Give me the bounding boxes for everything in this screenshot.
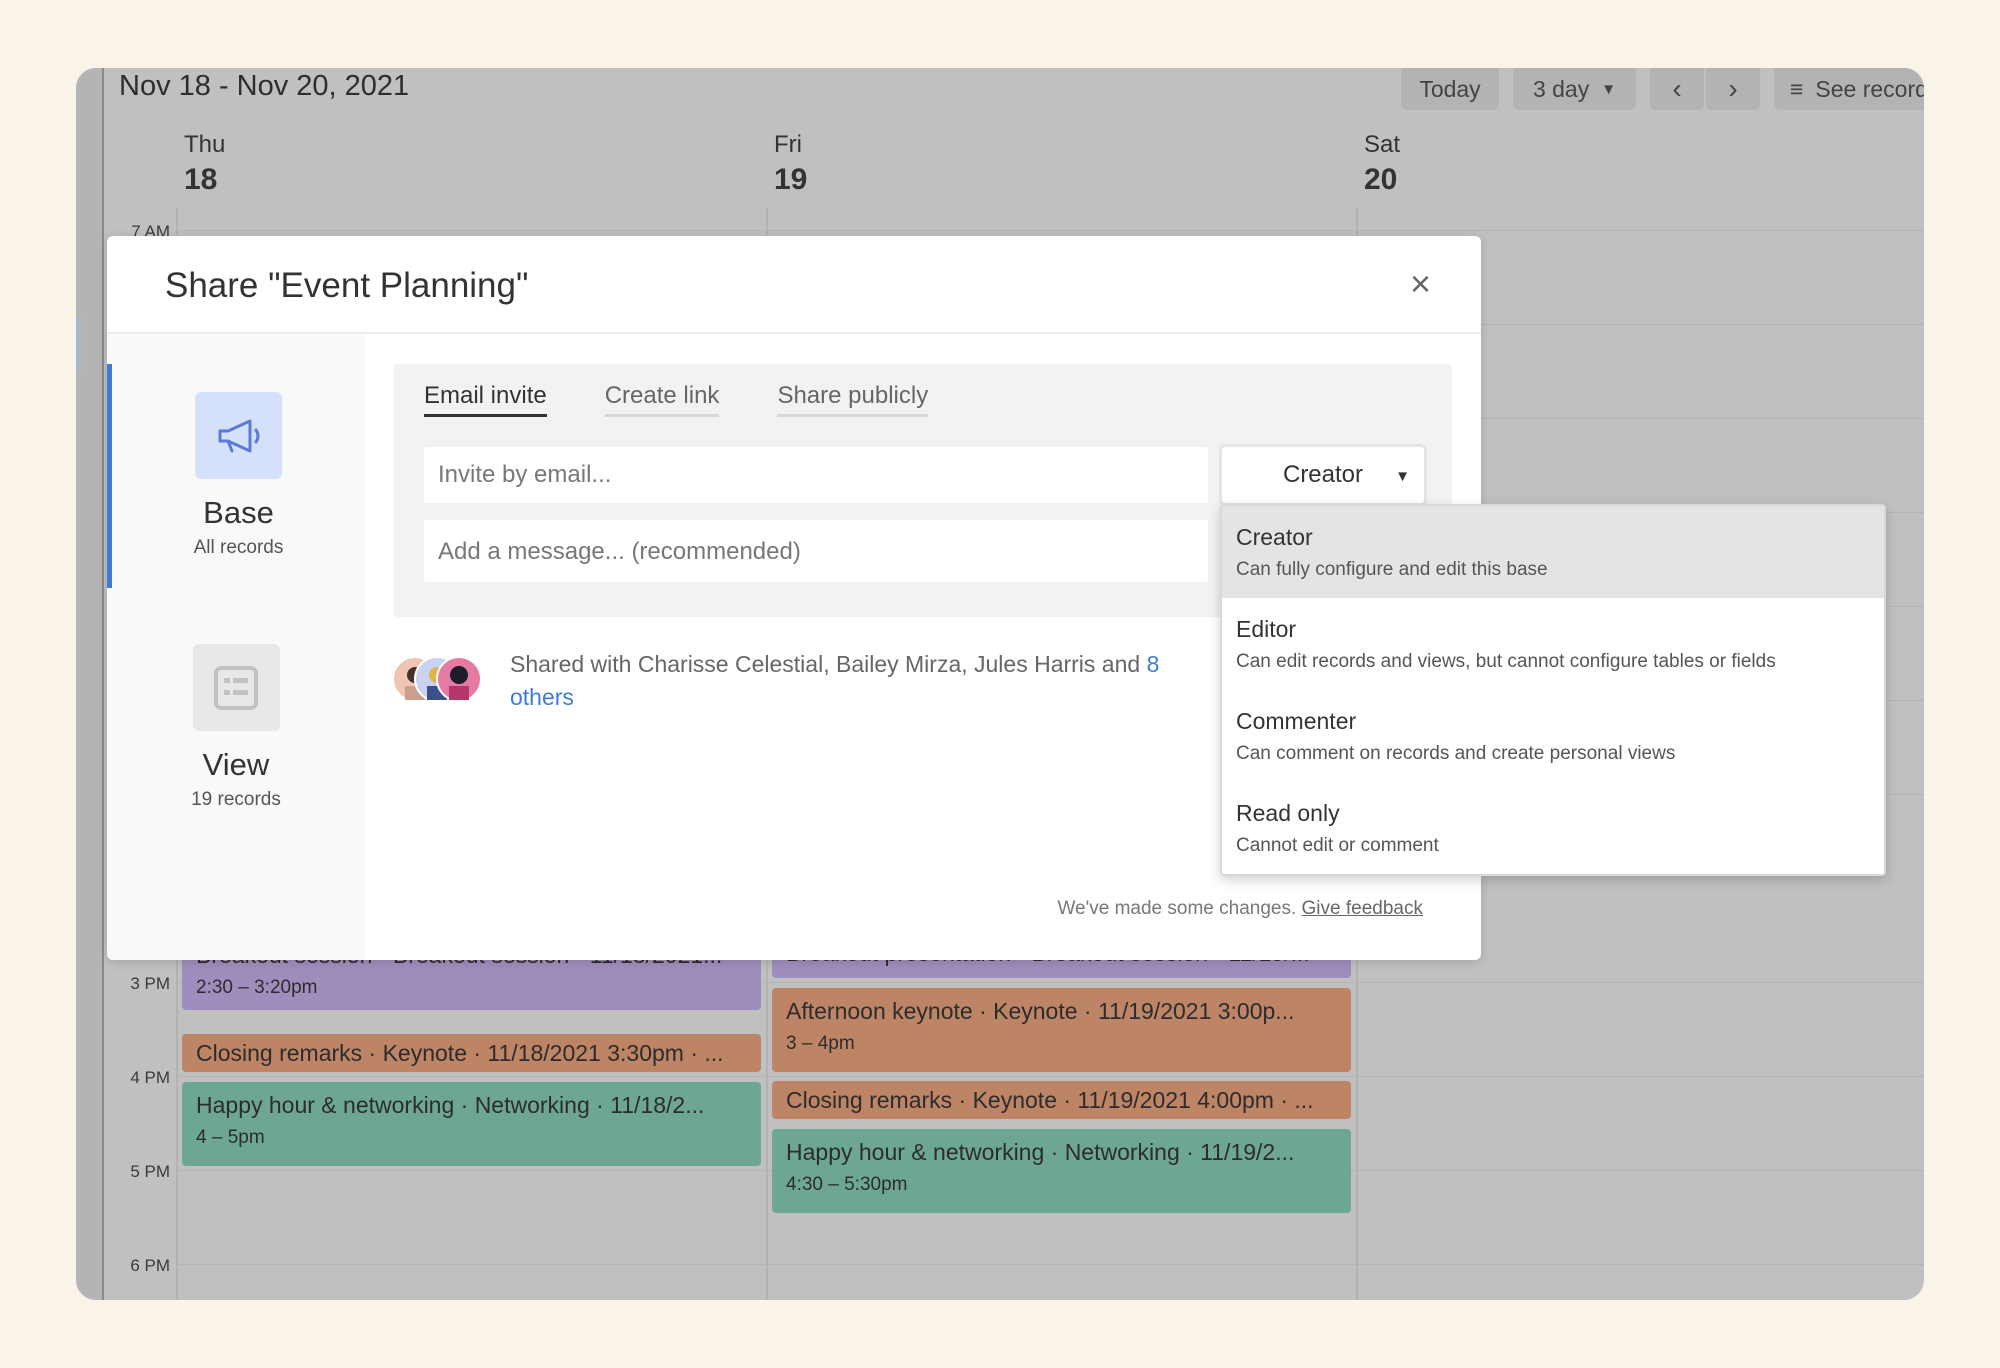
feedback-note: We've made some changes. Give feedback (1057, 898, 1423, 920)
day-header-sat: Sat 20 (1364, 131, 1400, 197)
role-select[interactable]: Creator ▼ (1219, 444, 1427, 506)
list-view-icon (192, 644, 280, 731)
calendar-event[interactable]: Closing remarks · Keynote · 11/18/2021 3… (182, 1034, 761, 1072)
role-option-creator[interactable]: Creator Can fully configure and edit thi… (1222, 506, 1884, 598)
day-header-thu: Thu 18 (184, 131, 225, 197)
hour-label: 3 PM (130, 974, 170, 993)
scope-view[interactable]: View 19 records (107, 644, 365, 811)
day-number: 18 (184, 163, 218, 196)
give-feedback-link[interactable]: Give feedback (1302, 898, 1423, 919)
day-number: 20 (1364, 163, 1398, 196)
hour-gridline (176, 230, 1924, 231)
caret-down-icon: ▼ (1395, 468, 1410, 485)
role-select-value: Creator (1282, 461, 1364, 488)
hour-label: 4 PM (130, 1068, 170, 1087)
scope-label: View (202, 747, 270, 782)
role-option-label: Creator (1236, 524, 1313, 550)
scope-sublabel: All records (193, 537, 284, 558)
role-option-editor[interactable]: Editor Can edit records and views, but c… (1222, 598, 1884, 690)
dialog-title: Share "Event Planning" (165, 266, 529, 305)
hour-gridline (176, 1264, 1924, 1265)
tab-share-publicly[interactable]: Share publicly (777, 382, 929, 417)
share-tabs: Email invite Create link Share publicly (424, 382, 929, 417)
collaborator-avatars (392, 656, 484, 704)
next-button[interactable]: › (1706, 68, 1760, 110)
share-scope-sidebar: Base All records View 19 records (107, 334, 365, 960)
role-option-label: Editor (1236, 616, 1297, 642)
role-option-description: Can edit records and views, but cannot c… (1236, 651, 1776, 672)
role-option-read-only[interactable]: Read only Cannot edit or comment (1222, 782, 1884, 874)
day-header-fri: Fri 19 (774, 131, 807, 197)
feedback-text: We've made some changes. (1057, 898, 1302, 919)
role-option-description: Cannot edit or comment (1236, 835, 1439, 856)
left-sidebar-collapsed[interactable] (76, 68, 104, 1300)
event-time: 4 – 5pm (196, 1127, 265, 1148)
event-title: Closing remarks · Keynote · 11/18/2021 3… (196, 1040, 724, 1066)
scope-sublabel: 19 records (191, 789, 281, 810)
see-records-button[interactable]: ≡ See records (1774, 68, 1924, 110)
role-option-label: Commenter (1236, 708, 1357, 734)
chevron-left-icon: ‹ (1672, 73, 1682, 104)
shared-with-names: Shared with Charisse Celestial, Bailey M… (510, 651, 1147, 677)
event-title: Happy hour & networking · Networking · 1… (196, 1092, 705, 1118)
megaphone-icon (195, 392, 282, 479)
hour-label: 5 PM (130, 1162, 170, 1181)
hour-gridline (176, 1076, 1924, 1077)
event-title: Closing remarks · Keynote · 11/19/2021 4… (786, 1087, 1314, 1113)
today-button[interactable]: Today (1401, 68, 1499, 110)
role-option-label: Read only (1236, 800, 1340, 826)
email-input[interactable]: Invite by email... (424, 447, 1208, 503)
calendar-event[interactable]: Closing remarks · Keynote · 11/19/2021 4… (772, 1081, 1351, 1119)
event-time: 3 – 4pm (786, 1033, 855, 1054)
message-input[interactable]: Add a message... (recommended) (424, 520, 1208, 582)
chevron-right-icon: › (1728, 73, 1738, 104)
range-select[interactable]: 3 day ▼ (1513, 68, 1636, 110)
calendar-event[interactable]: Afternoon keynote · Keynote · 11/19/2021… (772, 988, 1351, 1072)
calendar-event[interactable]: Happy hour & networking · Networking · 1… (182, 1082, 761, 1166)
day-number: 19 (774, 163, 808, 196)
day-name: Sat (1364, 131, 1401, 158)
range-label: 3 day (1532, 75, 1590, 102)
event-time: 2:30 – 3:20pm (196, 977, 318, 998)
role-option-description: Can comment on records and create person… (1236, 743, 1676, 764)
day-name: Fri (774, 131, 802, 158)
shared-with-text: Shared with Charisse Celestial, Bailey M… (510, 648, 1200, 714)
tab-create-link[interactable]: Create link (604, 382, 720, 417)
day-name: Thu (184, 131, 226, 158)
event-time: 4:30 – 5:30pm (786, 1174, 908, 1195)
list-icon: ≡ (1790, 75, 1804, 102)
hour-label: 6 PM (130, 1256, 170, 1275)
calendar-date-range: Nov 18 - Nov 20, 2021 (119, 70, 410, 102)
scope-base[interactable]: Base All records (107, 364, 365, 588)
calendar-toolbar: Today 3 day ▼ ‹ › ≡ See records (1401, 68, 1924, 110)
scope-label: Base (203, 495, 274, 530)
caret-down-icon: ▼ (1601, 80, 1617, 98)
role-option-description: Can fully configure and edit this base (1236, 559, 1548, 580)
calendar-event[interactable]: Happy hour & networking · Networking · 1… (772, 1129, 1351, 1213)
see-records-label: See records (1815, 75, 1924, 102)
sidebar-accent (76, 316, 81, 374)
tab-email-invite[interactable]: Email invite (424, 382, 547, 417)
role-option-commenter[interactable]: Commenter Can comment on records and cre… (1222, 690, 1884, 782)
event-title: Afternoon keynote · Keynote · 11/19/2021… (786, 998, 1295, 1024)
avatar (436, 656, 482, 702)
event-title: Happy hour & networking · Networking · 1… (786, 1139, 1295, 1165)
dialog-header: Share "Event Planning" × (107, 236, 1481, 334)
prev-button[interactable]: ‹ (1650, 68, 1704, 110)
role-dropdown-menu: Creator Can fully configure and edit thi… (1220, 504, 1886, 876)
close-icon[interactable]: × (1410, 266, 1431, 302)
